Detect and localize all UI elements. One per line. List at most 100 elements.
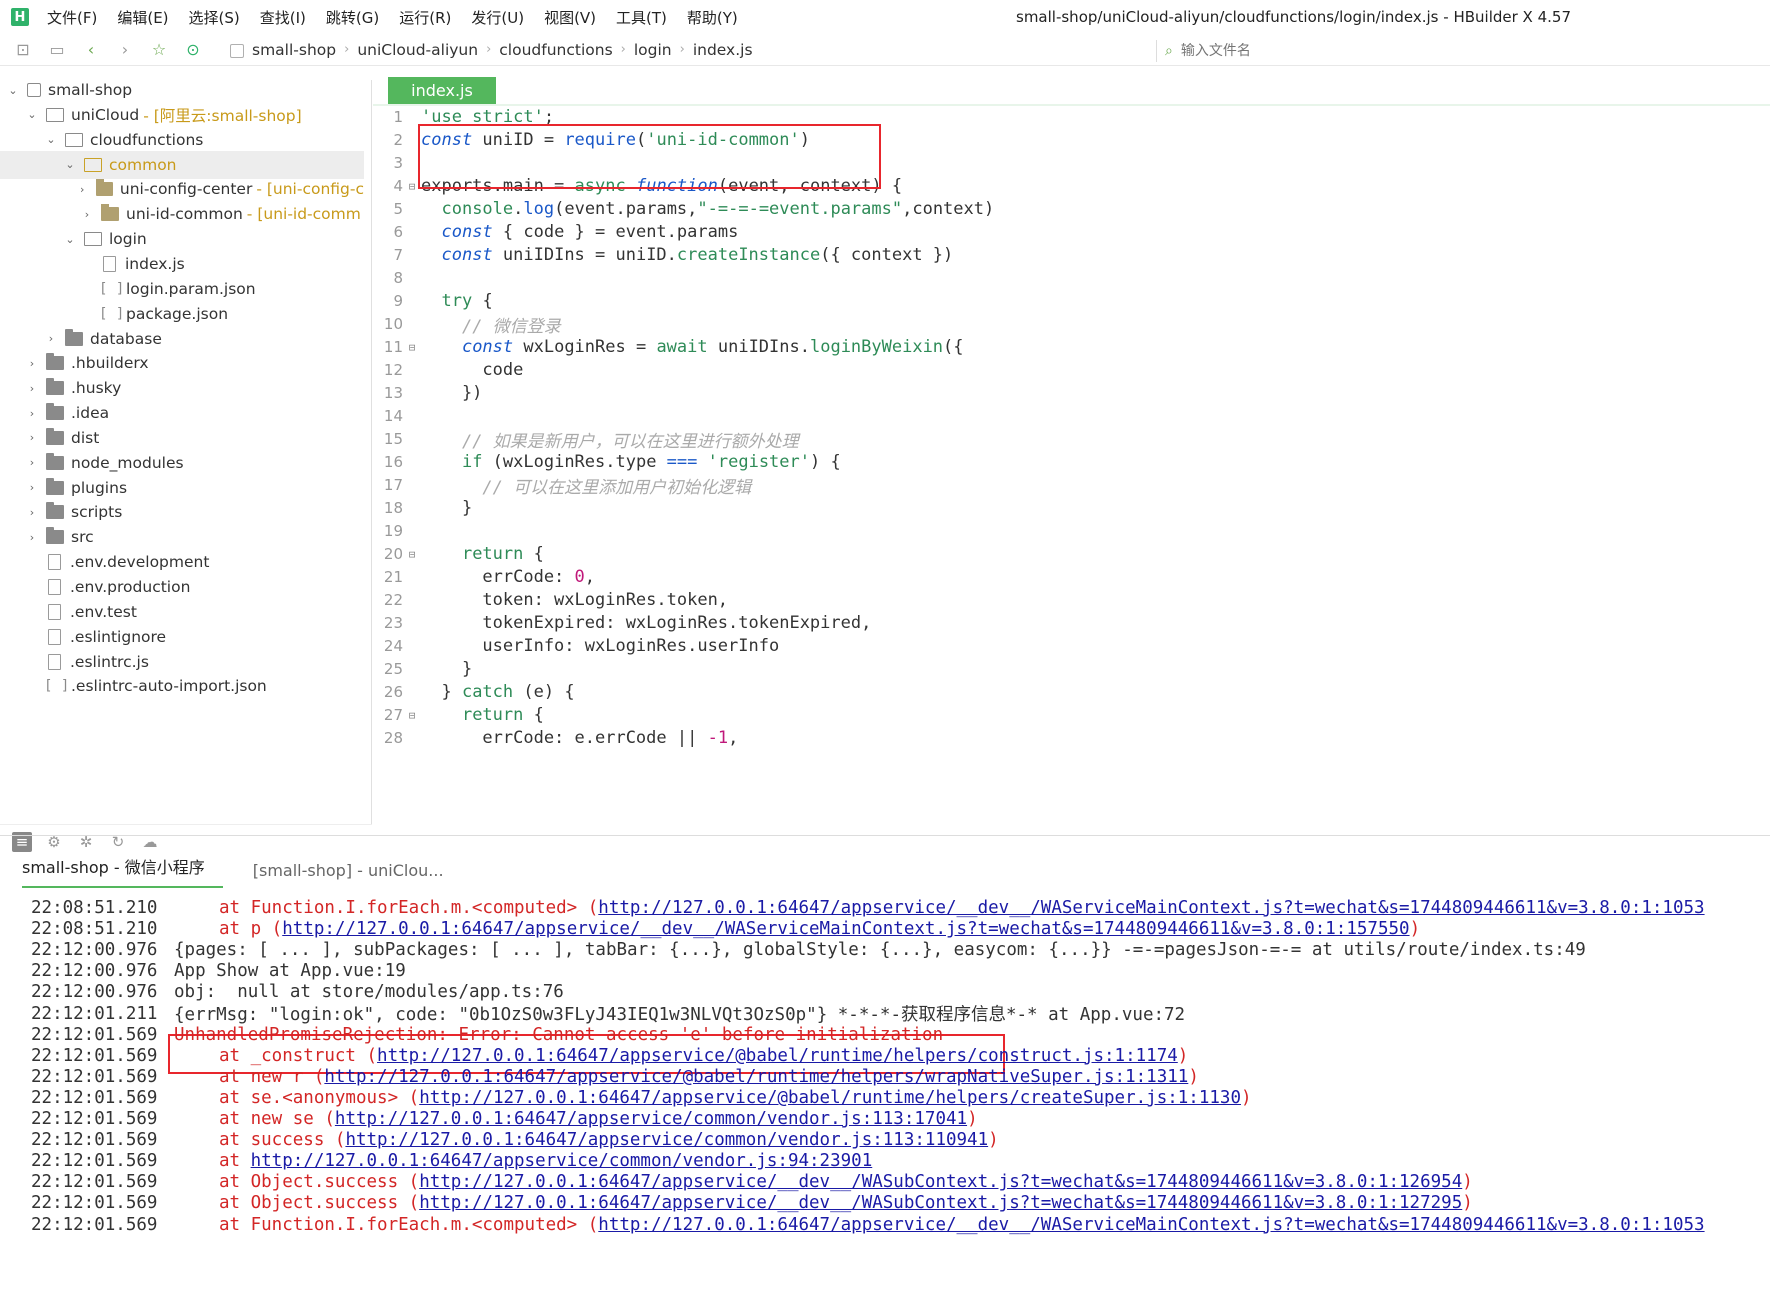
code-token: (event.params,: [554, 199, 698, 219]
tree-item-label: .hbuilderx: [71, 354, 149, 373]
tree-item[interactable]: › src: [0, 523, 364, 551]
line-number: 16: [383, 453, 403, 471]
fold-toggle-icon[interactable]: ⊟: [405, 709, 419, 722]
chevron-down-icon[interactable]: ⌄: [25, 108, 39, 121]
chevron-right-icon[interactable]: ›: [44, 332, 58, 345]
tab-index-js[interactable]: index.js: [388, 77, 496, 104]
tree-item[interactable]: ⌄ cloudfunctions: [0, 126, 364, 154]
tree-item-label: package.json: [126, 304, 229, 323]
breadcrumb-item[interactable]: cloudfunctions: [499, 41, 612, 59]
chevron-down-icon[interactable]: ⌄: [63, 158, 77, 171]
tree-item[interactable]: › uni-config-center - [uni-config-c: [0, 175, 364, 203]
tab-weixin-console[interactable]: small-shop - 微信小程序: [22, 854, 223, 888]
tree-item[interactable]: › uni-id-common - [uni-id-comm: [0, 200, 364, 228]
save-icon[interactable]: ▭: [46, 39, 68, 61]
menu-item[interactable]: 文件(F): [47, 7, 97, 28]
forward-arrow-icon[interactable]: ›: [114, 39, 136, 61]
fold-toggle-icon[interactable]: ⊟: [405, 548, 419, 561]
tree-item[interactable]: [ ] package.json: [0, 300, 364, 328]
chevron-right-icon[interactable]: ›: [25, 481, 39, 494]
stack-frame-link[interactable]: http://127.0.0.1:64647/appservice/common…: [335, 1109, 967, 1129]
tree-item[interactable]: › dist: [0, 424, 364, 452]
tree-item[interactable]: › database: [0, 325, 364, 353]
stack-frame-link[interactable]: http://127.0.0.1:64647/appservice/@babel…: [324, 1067, 1188, 1087]
menu-item[interactable]: 运行(R): [399, 7, 451, 28]
file-search-input[interactable]: [1180, 43, 1541, 59]
breadcrumb-item[interactable]: index.js: [693, 41, 753, 59]
tree-item[interactable]: ⌄ login: [0, 225, 364, 253]
chevron-right-icon[interactable]: ›: [76, 183, 89, 196]
tree-item[interactable]: › .idea: [0, 399, 364, 427]
folder-icon: [46, 378, 64, 396]
tree-item[interactable]: index.js: [0, 250, 364, 278]
breadcrumb-item[interactable]: small-shop: [252, 41, 336, 59]
tree-item[interactable]: ⌄ common: [0, 150, 364, 179]
chevron-down-icon[interactable]: ⌄: [6, 84, 20, 97]
stack-frame-link[interactable]: http://127.0.0.1:64647/appservice/__dev_…: [598, 898, 1704, 918]
menu-item[interactable]: 发行(U): [471, 7, 524, 28]
chevron-down-icon[interactable]: ⌄: [44, 133, 58, 146]
tree-item[interactable]: › .husky: [0, 374, 364, 402]
chevron-right-icon[interactable]: ›: [25, 456, 39, 469]
stack-frame-link[interactable]: http://127.0.0.1:64647/appservice/__dev_…: [419, 1193, 1462, 1213]
error-message: UnhandledPromiseRejection: Error: Cannot…: [174, 1024, 944, 1045]
fold-toggle-icon[interactable]: ⊟: [405, 180, 419, 193]
line-number: 21: [383, 568, 403, 586]
code-token: console: [441, 199, 514, 219]
tree-item-label: scripts: [71, 503, 123, 522]
tree-item[interactable]: › scripts: [0, 498, 364, 526]
chevron-right-icon[interactable]: ›: [25, 431, 39, 444]
chevron-down-icon[interactable]: ⌄: [63, 233, 77, 246]
run-icon[interactable]: ⊙: [182, 39, 204, 61]
stack-frame-link[interactable]: http://127.0.0.1:64647/appservice/@babel…: [377, 1046, 1178, 1066]
back-arrow-icon[interactable]: ‹: [80, 39, 102, 61]
stack-frame-link[interactable]: http://127.0.0.1:64647/appservice/__dev_…: [598, 1215, 1704, 1235]
stack-frame-suffix: ): [1462, 1193, 1473, 1214]
chevron-right-icon[interactable]: ›: [25, 531, 39, 544]
stack-frame-link[interactable]: http://127.0.0.1:64647/appservice/common…: [251, 1151, 873, 1171]
tree-item[interactable]: .env.test: [0, 598, 364, 626]
stack-frame-link[interactable]: http://127.0.0.1:64647/appservice/__dev_…: [282, 919, 1409, 939]
menu-item[interactable]: 帮助(Y): [687, 7, 738, 28]
menu-item[interactable]: 工具(T): [616, 7, 667, 28]
menu-item[interactable]: 视图(V): [544, 7, 596, 28]
line-number: 2: [393, 131, 403, 149]
code-token: if: [461, 452, 483, 472]
stack-frame-link[interactable]: http://127.0.0.1:64647/appservice/@babel…: [419, 1088, 1241, 1108]
tree-item[interactable]: › .hbuilderx: [0, 349, 364, 377]
chevron-right-icon[interactable]: ›: [25, 407, 39, 420]
chevron-right-icon[interactable]: ›: [25, 382, 39, 395]
tree-item[interactable]: › plugins: [0, 474, 364, 502]
stack-frame-link[interactable]: http://127.0.0.1:64647/appservice/common…: [345, 1130, 988, 1150]
breadcrumb-item[interactable]: login: [634, 41, 672, 59]
menu-item[interactable]: 选择(S): [189, 7, 240, 28]
stack-frame-link[interactable]: http://127.0.0.1:64647/appservice/__dev_…: [419, 1172, 1462, 1192]
tree-item[interactable]: › node_modules: [0, 449, 364, 477]
fold-toggle-icon[interactable]: ⊟: [405, 341, 419, 354]
file-icon: [48, 603, 61, 620]
tree-item[interactable]: .eslintrc.js: [0, 648, 364, 676]
tree-item[interactable]: ⌄ uniCloud - [阿里云:small-shop]: [0, 101, 364, 129]
log-message: obj: null at store/modules/app.ts:76: [174, 982, 564, 1003]
tree-item-label: .eslintrc.js: [70, 652, 149, 671]
tab-unicloud-console[interactable]: [small-shop] - uniClou...: [253, 861, 444, 888]
log-timestamp: 22:12:00.976: [31, 982, 158, 1003]
log-timestamp: 22:12:01.569: [31, 1109, 158, 1129]
menu-item[interactable]: 跳转(G): [326, 7, 379, 28]
menu-item[interactable]: 编辑(E): [117, 7, 168, 28]
code-token: ===: [666, 452, 698, 472]
chevron-right-icon[interactable]: ›: [25, 506, 39, 519]
tree-item[interactable]: .env.development: [0, 548, 364, 576]
tree-item[interactable]: [ ] .eslintrc-auto-import.json: [0, 672, 364, 700]
new-file-icon[interactable]: ⊡: [12, 39, 34, 61]
chevron-right-icon[interactable]: ›: [80, 208, 94, 221]
star-icon[interactable]: ☆: [148, 39, 170, 61]
console-line: 22:12:01.569 at Function.I.forEach.m.<com…: [0, 1213, 1770, 1237]
breadcrumb-item[interactable]: uniCloud-aliyun: [357, 41, 478, 59]
menu-item[interactable]: 查找(I): [260, 7, 306, 28]
chevron-right-icon[interactable]: ›: [25, 357, 39, 370]
tree-item[interactable]: [ ] login.param.json: [0, 275, 364, 303]
tree-item[interactable]: .eslintignore: [0, 623, 364, 651]
tree-item[interactable]: .env.production: [0, 573, 364, 601]
